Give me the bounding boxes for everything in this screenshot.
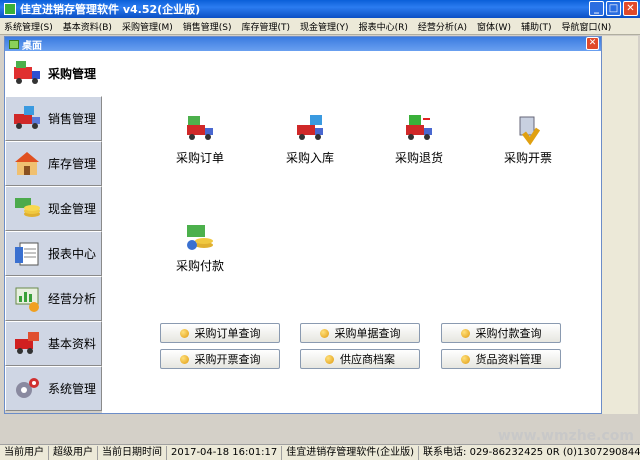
status-product: 佳宜进销存管理软件(企业版) xyxy=(282,445,420,460)
report-icon xyxy=(15,242,39,265)
minimize-button[interactable]: _ xyxy=(589,1,604,16)
bullet-icon xyxy=(460,354,470,364)
desktop-close-button[interactable]: ✕ xyxy=(586,37,599,50)
func-label: 采购入库 xyxy=(285,151,334,165)
nav-item-purchase[interactable]: 采购管理 xyxy=(5,51,102,96)
purchase-document-query-button[interactable]: 采购单据查询 xyxy=(300,323,420,343)
nav-label: 基本资料 xyxy=(48,337,97,351)
window-title: 佳宜进销存管理软件 v4.52(企业版) xyxy=(20,3,201,16)
menu-analysis[interactable]: 经营分析(A) xyxy=(418,20,467,33)
cash-icon xyxy=(15,197,40,217)
analysis-icon xyxy=(15,287,39,312)
status-date-label: 当前日期时间 xyxy=(98,445,167,460)
func-label: 采购付款 xyxy=(175,259,224,273)
system-gear-icon xyxy=(16,377,39,398)
bullet-icon xyxy=(179,328,189,338)
warehouse-icon xyxy=(15,151,39,175)
desktop-titlebar: 桌面 ✕ xyxy=(5,37,601,52)
purchase-truck-icon xyxy=(14,60,40,84)
purchase-order-query-button[interactable]: 采购订单查询 xyxy=(160,323,280,343)
nav-label: 库存管理 xyxy=(48,157,97,171)
func-purchase-inbound[interactable]: 采购入库 xyxy=(270,113,350,166)
nav-item-cash[interactable]: 现金管理 xyxy=(5,186,102,231)
bullet-icon xyxy=(319,328,329,338)
nav-item-inventory[interactable]: 库存管理 xyxy=(5,141,102,186)
nav-label: 现金管理 xyxy=(48,202,97,216)
menu-purchase[interactable]: 采购管理(M) xyxy=(122,20,173,33)
nav-label: 报表中心 xyxy=(48,247,97,261)
sales-truck-icon xyxy=(14,105,40,129)
status-user: 超级用户 xyxy=(49,445,98,460)
nav-item-reports[interactable]: 报表中心 xyxy=(5,231,102,276)
bullet-icon xyxy=(325,354,334,364)
func-purchase-return[interactable]: 采购退货 xyxy=(379,113,459,166)
purchase-invoice-icon xyxy=(519,116,541,145)
close-button[interactable]: ✕ xyxy=(623,1,638,16)
nav-item-basic-data[interactable]: 基本资料 xyxy=(5,321,102,366)
nav-label: 系统管理 xyxy=(48,382,97,396)
status-bar: 当前用户 超级用户 当前日期时间 2017-04-18 16:01:17 佳宜进… xyxy=(0,444,640,460)
func-purchase-payment[interactable]: 采购付款 xyxy=(160,221,240,274)
func-label: 采购退货 xyxy=(394,151,443,165)
desktop-title: 桌面 xyxy=(22,40,42,52)
nav-label: 销售管理 xyxy=(48,112,97,126)
func-label: 采购订单 xyxy=(175,151,224,165)
menu-bar: 系统管理(S) 基本资料(B) 采购管理(M) 销售管理(S) 库存管理(T) … xyxy=(0,18,640,35)
purchase-return-icon xyxy=(406,115,432,140)
menu-basic[interactable]: 基本资料(B) xyxy=(63,20,112,33)
goods-data-management-button[interactable]: 货品资料管理 xyxy=(441,349,561,369)
window-titlebar: 佳宜进销存管理软件 v4.52(企业版) _ □ ✕ xyxy=(0,0,640,18)
supplier-archive-button[interactable]: 供应商档案 xyxy=(300,349,420,369)
nav-item-analysis[interactable]: 经营分析 xyxy=(5,276,102,321)
purchase-inbound-icon xyxy=(297,115,323,140)
function-panel: 采购订单 采购入库 采购退货 采购开票 采购付款 采购订单查询 采购单据查询 采… xyxy=(102,51,601,413)
menu-cash[interactable]: 现金管理(Y) xyxy=(300,20,349,33)
menu-system[interactable]: 系统管理(S) xyxy=(4,20,53,33)
app-icon xyxy=(4,3,16,15)
bullet-icon xyxy=(460,328,470,338)
menu-inventory[interactable]: 库存管理(T) xyxy=(242,20,291,33)
menu-window[interactable]: 窗体(W) xyxy=(477,20,511,33)
nav-label: 经营分析 xyxy=(48,292,97,306)
desktop-icon xyxy=(9,39,19,49)
func-purchase-order[interactable]: 采购订单 xyxy=(160,113,240,166)
right-panel xyxy=(602,36,638,414)
bullet-icon xyxy=(179,354,189,364)
maximize-button[interactable]: □ xyxy=(606,1,621,16)
menu-sales[interactable]: 销售管理(S) xyxy=(183,20,232,33)
nav-label: 采购管理 xyxy=(48,67,97,81)
nav-item-system[interactable]: 系统管理 xyxy=(5,366,102,411)
status-datetime: 2017-04-18 16:01:17 xyxy=(167,445,283,460)
func-purchase-invoice[interactable]: 采购开票 xyxy=(488,113,568,166)
purchase-payment-query-button[interactable]: 采购付款查询 xyxy=(441,323,561,343)
watermark: www.wmzhe.com xyxy=(497,428,634,444)
menu-navigation[interactable]: 导航窗口(N) xyxy=(561,20,611,33)
purchase-payment-icon xyxy=(187,225,213,250)
status-contact: 联系电话: 029-86232425 0R (0)13072908445 xyxy=(423,446,640,458)
status-user-label: 当前用户 xyxy=(0,445,49,460)
nav-sidebar: 采购管理 销售管理 库存管理 现金管理 报表中心 经营分析 基本资料 系统管理 xyxy=(5,51,102,413)
purchase-order-icon xyxy=(187,116,213,140)
purchase-invoice-query-button[interactable]: 采购开票查询 xyxy=(160,349,280,369)
menu-assist[interactable]: 辅助(T) xyxy=(521,20,552,33)
nav-item-sales[interactable]: 销售管理 xyxy=(5,96,102,141)
func-label: 采购开票 xyxy=(503,151,552,165)
menu-reports[interactable]: 报表中心(R) xyxy=(359,20,408,33)
basic-data-icon xyxy=(15,331,39,354)
desktop-window: 桌面 ✕ 采购管理 销售管理 库存管理 现金管理 报表中心 经营分析 基本资料 … xyxy=(4,36,602,414)
